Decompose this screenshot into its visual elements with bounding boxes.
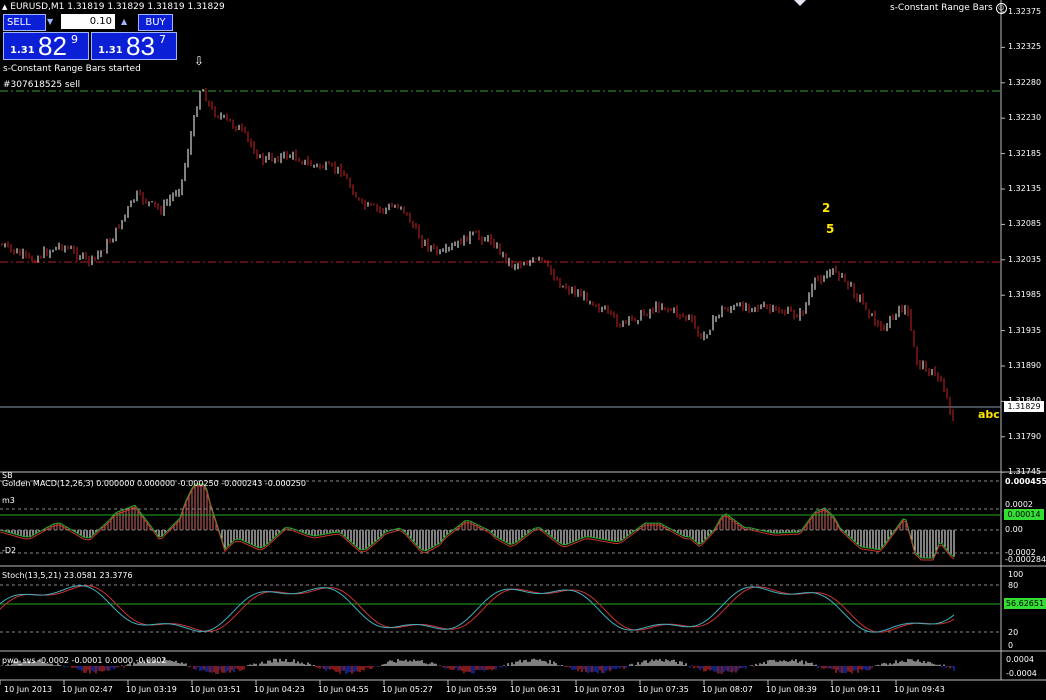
time-axis-label: 10 Jun 03:51 xyxy=(190,685,241,694)
macd-signal-line xyxy=(0,483,955,559)
buy-price-sup: 7 xyxy=(159,33,166,46)
stoch-current-tag: 56.62651 xyxy=(1004,598,1046,609)
pwo-axis-bottom: -0.0004 xyxy=(1006,669,1037,678)
time-axis-label: 10 Jun 03:19 xyxy=(126,685,177,694)
triangle-up-icon: ▲ xyxy=(2,3,8,11)
price-axis-label: 1.31935 xyxy=(1008,325,1042,335)
time-axis-label: 10 Jun 05:27 xyxy=(382,685,433,694)
time-axis-label: 10 Jun 08:39 xyxy=(766,685,817,694)
price-axis-label: 1.31985 xyxy=(1008,290,1042,300)
chart-canvas[interactable] xyxy=(0,0,1046,700)
time-axis[interactable]: 10 Jun 2013 10 Jun 02:47 10 Jun 03:19 10 Ju… xyxy=(0,681,1001,700)
macd-title: Golden MACD(12,26,3) 0.000000 0.000000 -… xyxy=(2,479,306,488)
arrow-down-icon: ⇩ xyxy=(194,54,205,68)
stoch-axis-100: 100 xyxy=(1008,570,1024,579)
sell-price-prefix: 1.31 xyxy=(10,45,35,56)
sell-price-big: 82 xyxy=(38,31,67,61)
time-axis-label: 10 Jun 2013 xyxy=(4,685,53,694)
macd-current-tag: 0.00014 xyxy=(1004,509,1044,520)
time-axis-label: 10 Jun 09:11 xyxy=(830,685,881,694)
time-axis-label: 10 Jun 04:55 xyxy=(318,685,369,694)
macd-panel xyxy=(0,480,1001,554)
time-axis-label: 10 Jun 02:47 xyxy=(62,685,113,694)
wave-label-2: 2 xyxy=(822,201,831,215)
stoch-axis-0: 0 xyxy=(1008,641,1014,650)
price-axis-label: 1.32185 xyxy=(1008,148,1042,158)
wave-label-abc: abc xyxy=(978,408,1000,421)
axis-ticks xyxy=(0,11,1005,685)
price-axis-label: 1.32230 xyxy=(1008,113,1042,123)
stoch-title: Stoch(13,5,21) 23.0581 23.3776 xyxy=(2,571,133,580)
stoch-axis-20: 20 xyxy=(1008,628,1019,637)
current-price-tag: 1.31829 xyxy=(1004,401,1044,412)
price-axis-label: 1.32280 xyxy=(1008,77,1042,87)
one-click-trade-panel: SELL ▼ 0.10 ▲ BUY 1.31 82 9 1.31 83 7 xyxy=(3,14,177,61)
macd-label-d2: -D2 xyxy=(2,546,17,555)
lot-size-input[interactable]: 0.10 xyxy=(61,14,115,29)
price-axis-label: 1.32135 xyxy=(1008,184,1042,193)
price-axis-label: 1.32375 xyxy=(1008,7,1042,16)
price-axis-label: 1.32035 xyxy=(1008,254,1042,264)
buy-price-big: 83 xyxy=(126,31,155,61)
time-axis-label: 10 Jun 06:31 xyxy=(510,685,561,694)
pwo-title: pwo_svs -0.0002 -0.0001 0.0000 -0.0002 xyxy=(2,656,167,665)
time-axis-label: 10 Jun 09:43 xyxy=(894,685,945,694)
time-axis-label: 10 Jun 08:07 xyxy=(702,685,753,694)
pwo-axis-top: 0.0004 xyxy=(1006,655,1034,664)
macd-label-m3: m3 xyxy=(2,496,15,505)
stoch-main-line xyxy=(0,585,955,633)
price-axis-label: 1.32085 xyxy=(1008,219,1042,229)
time-axis-label: 10 Jun 05:59 xyxy=(446,685,497,694)
price-axis-label: 1.31790 xyxy=(1008,431,1042,441)
wave-label-5: 5 xyxy=(826,222,835,236)
time-axis-label: 10 Jun 04:23 xyxy=(254,685,305,694)
macd-axis-max: 0.000455 xyxy=(1005,477,1046,486)
indicator-name: s-Constant Range Bars xyxy=(890,3,993,13)
buy-price-display[interactable]: 1.31 83 7 xyxy=(91,31,177,61)
symbol-line: EURUSD,M1 1.31819 1.31829 1.31819 1.3182… xyxy=(10,2,225,12)
status-text: s-Constant Range Bars started xyxy=(3,64,141,74)
chevron-down-icon[interactable]: ▼ xyxy=(47,17,53,26)
chevron-up-icon[interactable]: ▲ xyxy=(121,17,127,26)
main-chart-area[interactable] xyxy=(0,0,1046,681)
macd-histogram xyxy=(0,483,955,561)
sell-price-display[interactable]: 1.31 82 9 xyxy=(3,31,89,61)
chevron-down-icon[interactable] xyxy=(794,0,806,6)
indicator-title: s-Constant Range Bars ☺ xyxy=(890,3,1007,14)
stoch-axis-80: 80 xyxy=(1008,581,1019,590)
buy-button[interactable]: BUY xyxy=(138,14,173,31)
buy-price-prefix: 1.31 xyxy=(98,45,123,56)
price-axis-label: 1.32325 xyxy=(1008,42,1042,52)
macd-axis-0: 0.00 xyxy=(1005,525,1023,534)
symbol-header: ▲ EURUSD,M1 1.31819 1.31829 1.31819 1.31… xyxy=(2,2,225,13)
time-axis-label: 10 Jun 07:35 xyxy=(638,685,689,694)
sell-price-sup: 9 xyxy=(71,33,78,46)
candles-group xyxy=(1,88,954,422)
price-axis-label: 1.31890 xyxy=(1008,361,1042,370)
sell-button[interactable]: SELL xyxy=(3,14,46,31)
order-label[interactable]: #307618525 sell xyxy=(3,80,80,91)
time-axis-label: 10 Jun 07:03 xyxy=(574,685,625,694)
macd-main-line xyxy=(0,485,955,561)
macd-axis-min: -0.000284 xyxy=(1005,555,1046,564)
stochastic-panel xyxy=(0,584,1001,633)
